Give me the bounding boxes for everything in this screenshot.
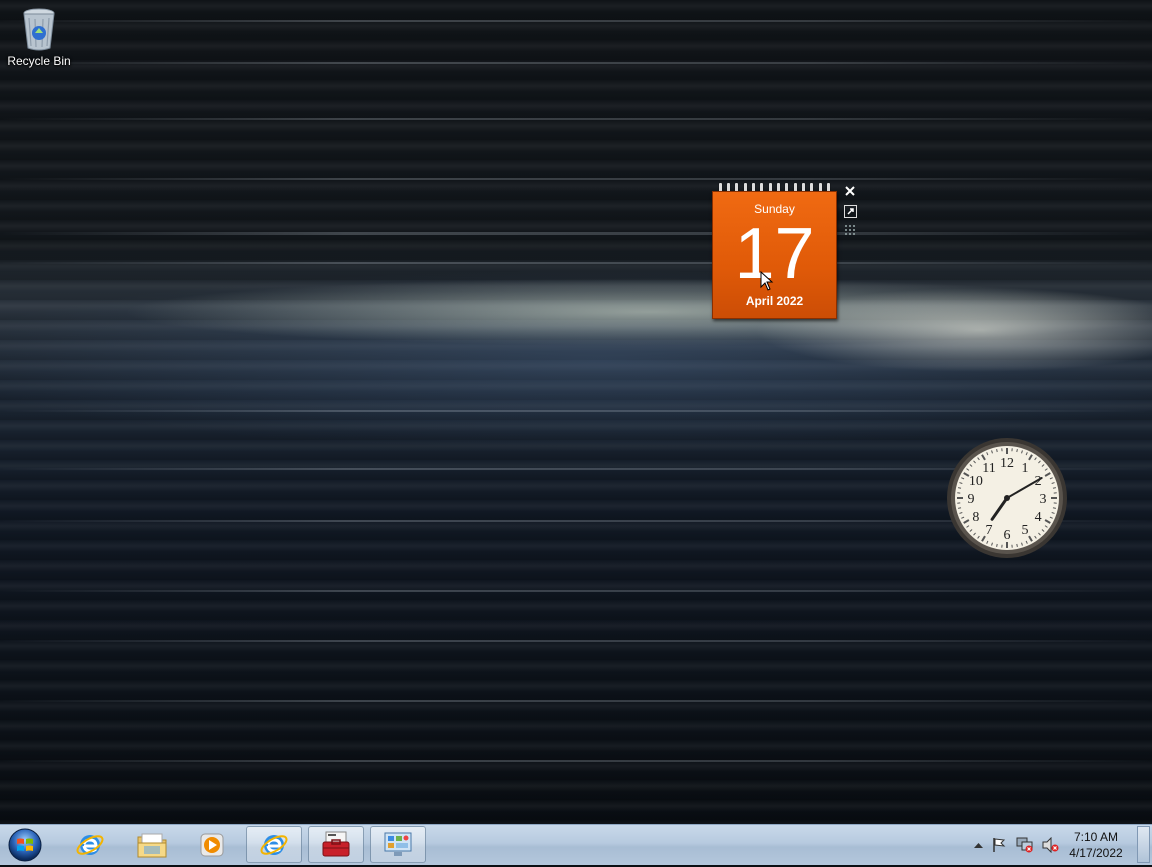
taskbar-pinned-internet-explorer[interactable] bbox=[62, 826, 118, 863]
desktop[interactable]: Recycle Bin Sunday 17 April 2022 bbox=[0, 0, 1152, 824]
start-button[interactable] bbox=[5, 827, 45, 863]
system-clock[interactable]: 7:10 AM 4/17/2022 bbox=[1064, 829, 1128, 861]
calendar-month-year: April 2022 bbox=[713, 294, 836, 308]
desktop-icon-label: Recycle Bin bbox=[6, 54, 72, 68]
clock-gadget[interactable]: 121234567891011 bbox=[946, 437, 1068, 559]
larger-size-icon[interactable] bbox=[842, 203, 858, 219]
calendar-day-number: 17 bbox=[713, 214, 836, 294]
media-player-icon bbox=[198, 831, 226, 859]
taskbar-pinned-media-player[interactable] bbox=[184, 826, 240, 863]
drag-gadget-icon[interactable] bbox=[842, 223, 858, 239]
ie-icon bbox=[259, 830, 289, 860]
clock-numeral: 1 bbox=[1022, 461, 1029, 476]
clock-numeral: 10 bbox=[969, 474, 983, 489]
close-icon[interactable] bbox=[842, 183, 858, 199]
taskbar-pinned-windows-explorer[interactable] bbox=[124, 826, 180, 863]
folder-icon bbox=[136, 831, 168, 859]
clock-numeral: 5 bbox=[1022, 523, 1029, 538]
taskbar-window-internet-explorer[interactable] bbox=[246, 826, 302, 863]
taskbar-window-control-panel[interactable] bbox=[370, 826, 426, 863]
system-clock-date: 4/17/2022 bbox=[1064, 845, 1128, 861]
taskbar: 7:10 AM 4/17/2022 bbox=[0, 824, 1152, 865]
clock-numeral: 12 bbox=[1000, 456, 1014, 471]
clock-numeral: 9 bbox=[968, 492, 975, 507]
calendar-gadget[interactable]: Sunday 17 April 2022 bbox=[712, 183, 837, 319]
clock-numeral: 3 bbox=[1040, 492, 1047, 507]
action-center-flag-icon[interactable] bbox=[986, 837, 1012, 853]
calendar-page[interactable]: Sunday 17 April 2022 bbox=[712, 191, 837, 319]
show-desktop-button[interactable] bbox=[1137, 826, 1150, 863]
toolbox-icon bbox=[320, 830, 352, 860]
system-clock-time: 7:10 AM bbox=[1064, 829, 1128, 845]
volume-muted-icon[interactable] bbox=[1038, 837, 1064, 853]
notification-area bbox=[970, 825, 1064, 865]
network-disconnected-icon[interactable] bbox=[1012, 837, 1038, 853]
recycle-bin-icon bbox=[19, 6, 59, 52]
control-panel-icon bbox=[382, 830, 414, 860]
ie-icon bbox=[75, 830, 105, 860]
clock-numeral: 6 bbox=[1004, 528, 1011, 543]
clock-numeral: 7 bbox=[986, 523, 993, 538]
windows-start-orb-icon bbox=[5, 827, 45, 863]
mouse-cursor-icon bbox=[760, 271, 774, 295]
desktop-icon-recycle-bin[interactable]: Recycle Bin bbox=[6, 6, 72, 68]
clock-numeral: 11 bbox=[982, 461, 995, 476]
gadget-toolbar bbox=[842, 183, 860, 243]
show-hidden-icons-chevron-up-icon[interactable] bbox=[970, 842, 986, 848]
clock-numeral: 8 bbox=[972, 510, 979, 525]
taskbar-window-toolbox[interactable] bbox=[308, 826, 364, 863]
clock-numeral: 4 bbox=[1035, 510, 1042, 525]
